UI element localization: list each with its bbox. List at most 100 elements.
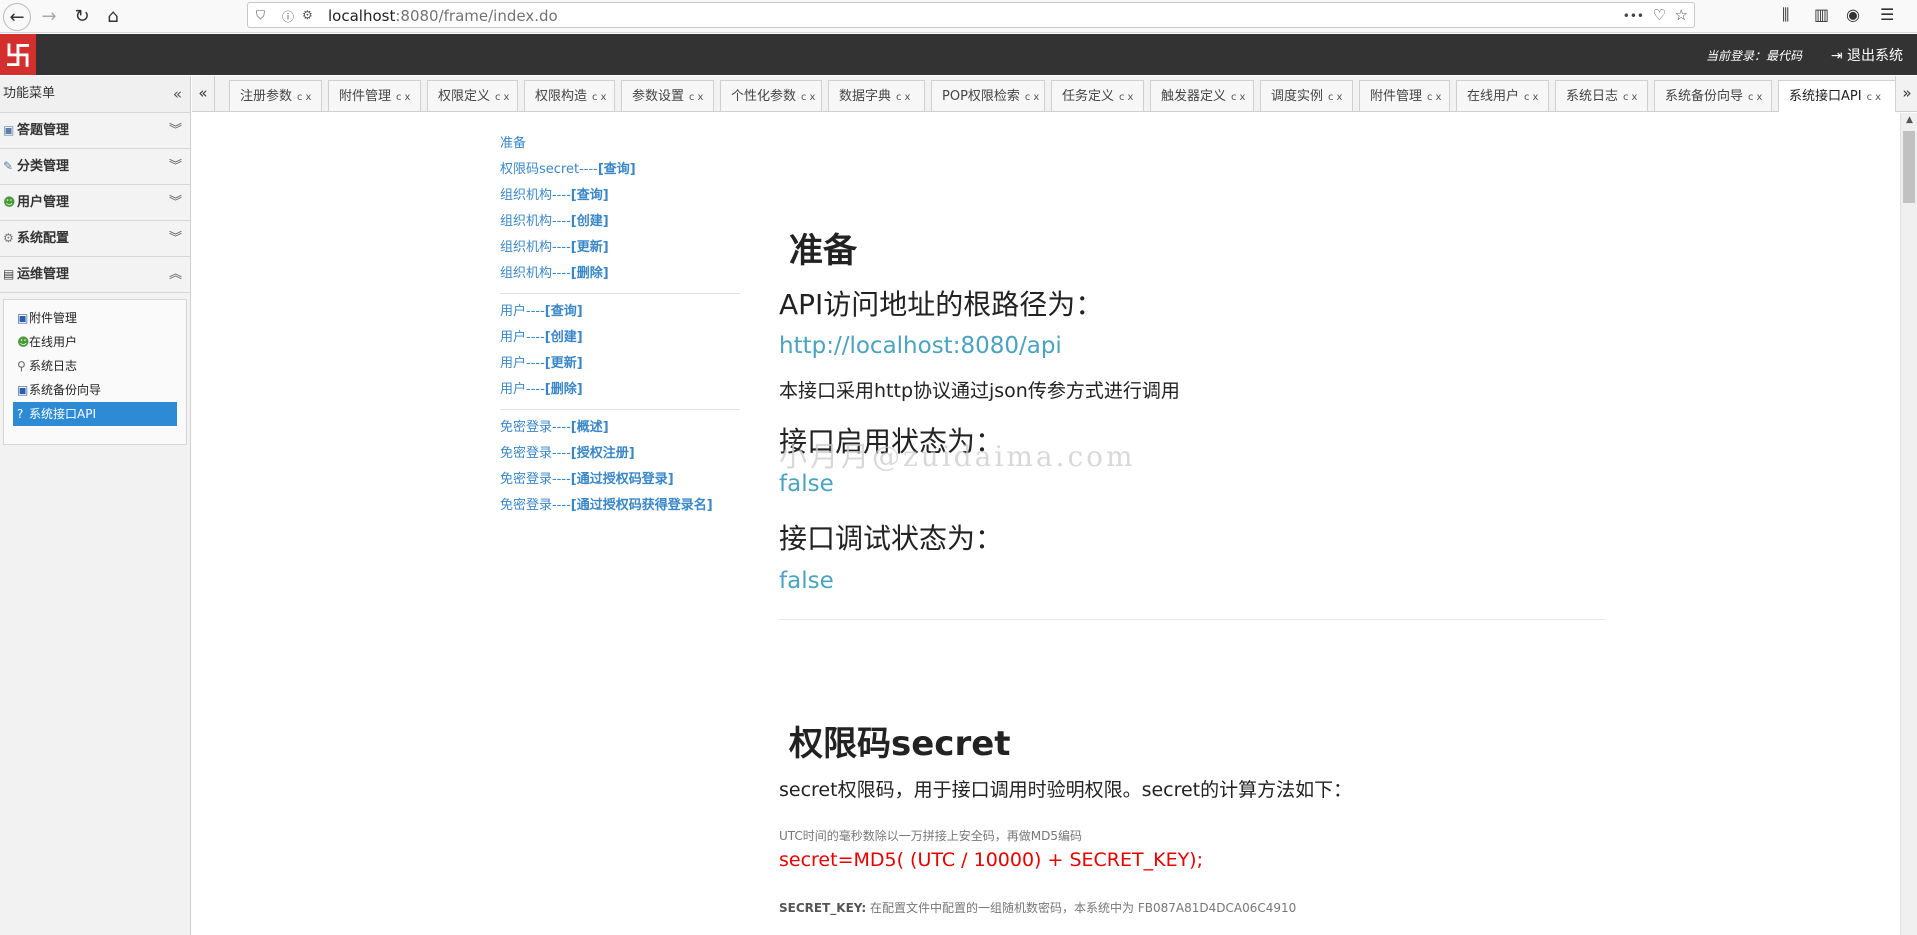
toc-link[interactable]: 用户----[查询]	[500, 299, 740, 325]
toc-link[interactable]: 免密登录----[通过授权码登录]	[500, 467, 740, 493]
tab-reload-icon[interactable]: c	[396, 92, 402, 103]
tab-4[interactable]: 参数设置 c x	[621, 80, 714, 111]
info-icon[interactable]: ⓘ	[282, 8, 294, 25]
tab-reload-icon[interactable]: c	[1867, 92, 1873, 103]
collapse-sidebar-icon[interactable]: «	[173, 76, 182, 112]
home-icon[interactable]: ⌂	[100, 3, 126, 29]
tab-close-icon[interactable]: x	[1337, 92, 1343, 103]
tab-reload-icon[interactable]: c	[495, 92, 501, 103]
tab-reload-icon[interactable]: c	[1427, 92, 1433, 103]
toc-link[interactable]: 免密登录----[概述]	[500, 415, 740, 441]
tab-2[interactable]: 权限定义 c x	[427, 80, 518, 111]
tab-reload-icon[interactable]: c	[1119, 92, 1125, 103]
sidebar-item-backup[interactable]: ▣ 系统备份向导	[13, 378, 177, 402]
menu-icon[interactable]: ☰	[1880, 5, 1894, 24]
sidebar-item-attachments[interactable]: ▣ 附件管理	[13, 306, 177, 330]
tab-close-icon[interactable]: x	[1240, 92, 1246, 103]
sidebar-group-config[interactable]: ⚙ 系统配置 ︾	[0, 221, 190, 257]
toc-link-action: [概述]	[570, 420, 609, 435]
sidebar-item-online-users[interactable]: ☻ 在线用户	[13, 330, 177, 354]
tab-reload-icon[interactable]: c	[592, 92, 598, 103]
sidebar-group-users[interactable]: ☻用户管理 ︾	[0, 185, 190, 221]
toc-link[interactable]: 组织机构----[查询]	[500, 183, 740, 209]
bookmark-star-icon[interactable]: ☆	[1675, 6, 1688, 24]
tab-8[interactable]: 任务定义 c x	[1051, 80, 1144, 111]
tab-close-icon[interactable]: x	[1632, 92, 1638, 103]
tab-reload-icon[interactable]: c	[297, 92, 303, 103]
scroll-up-icon[interactable]: ▲	[1901, 115, 1917, 125]
api-root-link[interactable]: http://localhost:8080/api	[779, 333, 1062, 359]
tab-scroll-left-icon[interactable]: «	[192, 76, 215, 111]
tab-6[interactable]: 数据字典 c x	[828, 80, 925, 111]
tab-reload-icon[interactable]: c	[1748, 92, 1754, 103]
toc-link[interactable]: 准备	[500, 131, 740, 157]
tab-10[interactable]: 调度实例 c x	[1260, 80, 1353, 111]
page-actions-icon[interactable]: •••	[1623, 9, 1644, 23]
sidebar: 功能菜单 « ▣ 答题管理 ︾ ✎ 分类管理 ︾ ☻用户管理 ︾ ⚙ 系统配置 ︾ ▤…	[0, 76, 191, 935]
current-user-label: 当前登录：最代码	[1705, 49, 1802, 63]
tab-0[interactable]: 注册参数 c x	[229, 80, 322, 111]
toc-link[interactable]: 组织机构----[创建]	[500, 209, 740, 235]
toc-link[interactable]: 免密登录----[授权注册]	[500, 441, 740, 467]
sidebar-item-system-log[interactable]: ⚲ 系统日志	[13, 354, 177, 378]
tab-5[interactable]: 个性化参数 c x	[720, 80, 822, 111]
tab-9[interactable]: 触发器定义 c x	[1150, 80, 1254, 111]
tab-3[interactable]: 权限构造 c x	[524, 80, 615, 111]
tab-close-icon[interactable]: x	[504, 92, 510, 103]
account-icon[interactable]: ◉	[1846, 5, 1860, 24]
tab-reload-icon[interactable]: c	[801, 92, 807, 103]
sidebar-item-api[interactable]: ? 系统接口API	[13, 402, 177, 426]
tab-close-icon[interactable]: x	[405, 92, 411, 103]
back-icon[interactable]: ←	[3, 3, 31, 31]
tab-close-icon[interactable]: x	[1033, 92, 1039, 103]
toc-link-text: 用户----	[500, 356, 545, 371]
tab-close-icon[interactable]: x	[1128, 92, 1134, 103]
tab-scroll-right-icon[interactable]: »	[1895, 76, 1917, 111]
pocket-icon[interactable]: ♡	[1653, 6, 1666, 24]
url-bar[interactable]: ⛉ ⓘ ⚙ localhost:8080/frame/index.do ••• …	[247, 2, 1695, 28]
toc-link-text: 免密登录----	[500, 472, 571, 487]
tab-close-icon[interactable]: x	[306, 92, 312, 103]
tab-close-icon[interactable]: x	[810, 92, 816, 103]
tab-close-icon[interactable]: x	[1533, 92, 1539, 103]
toc-link[interactable]: 免密登录----[通过授权码获得登录名]	[500, 493, 740, 519]
tab-12[interactable]: 在线用户 c x	[1456, 80, 1549, 111]
sidebar-group-category[interactable]: ✎ 分类管理 ︾	[0, 149, 190, 185]
tab-close-icon[interactable]: x	[601, 92, 607, 103]
tab-close-icon[interactable]: x	[1757, 92, 1763, 103]
tab-11[interactable]: 附件管理 c x	[1359, 80, 1450, 111]
toc-link[interactable]: 组织机构----[删除]	[500, 261, 740, 287]
scrollbar-thumb[interactable]	[1903, 131, 1915, 203]
logout-button[interactable]: ⇥ 退出系统	[1831, 45, 1903, 65]
toc-link[interactable]: 用户----[更新]	[500, 351, 740, 377]
sidebar-group-ops[interactable]: ▤ 运维管理 ︽	[0, 257, 190, 293]
tab-reload-icon[interactable]: c	[1623, 92, 1629, 103]
tab-1[interactable]: 附件管理 c x	[328, 80, 421, 111]
tab-reload-icon[interactable]: c	[1025, 92, 1031, 103]
tab-15[interactable]: 系统接口API c x	[1778, 80, 1896, 112]
toc-link[interactable]: 组织机构----[更新]	[500, 235, 740, 261]
toc-link[interactable]: 权限码secret----[查询]	[500, 157, 740, 183]
reload-icon[interactable]: ↻	[69, 3, 95, 29]
toc-link[interactable]: 用户----[创建]	[500, 325, 740, 351]
toc-link[interactable]: 用户----[删除]	[500, 377, 740, 403]
tab-14[interactable]: 系统备份向导 c x	[1654, 80, 1772, 111]
content-scrollbar[interactable]: ▲	[1900, 113, 1917, 935]
tab-close-icon[interactable]: x	[698, 92, 704, 103]
tab-reload-icon[interactable]: c	[689, 92, 695, 103]
tab-close-icon[interactable]: x	[1875, 92, 1881, 103]
toc-link-action: [通过授权码登录]	[570, 472, 674, 487]
permissions-icon[interactable]: ⚙	[302, 8, 313, 22]
tab-close-icon[interactable]: x	[1436, 92, 1442, 103]
forward-icon[interactable]: →	[36, 3, 62, 29]
tab-reload-icon[interactable]: c	[1524, 92, 1530, 103]
tab-close-icon[interactable]: x	[905, 92, 911, 103]
tab-reload-icon[interactable]: c	[896, 92, 902, 103]
tab-reload-icon[interactable]: c	[1328, 92, 1334, 103]
library-icon[interactable]: ⫼	[1782, 5, 1789, 25]
sidebar-toggle-icon[interactable]: ▥	[1814, 5, 1829, 24]
tab-7[interactable]: POP权限检索 c x	[931, 80, 1045, 111]
sidebar-group-answer[interactable]: ▣ 答题管理 ︾	[0, 113, 190, 149]
tab-13[interactable]: 系统日志 c x	[1555, 80, 1648, 111]
tab-reload-icon[interactable]: c	[1231, 92, 1237, 103]
